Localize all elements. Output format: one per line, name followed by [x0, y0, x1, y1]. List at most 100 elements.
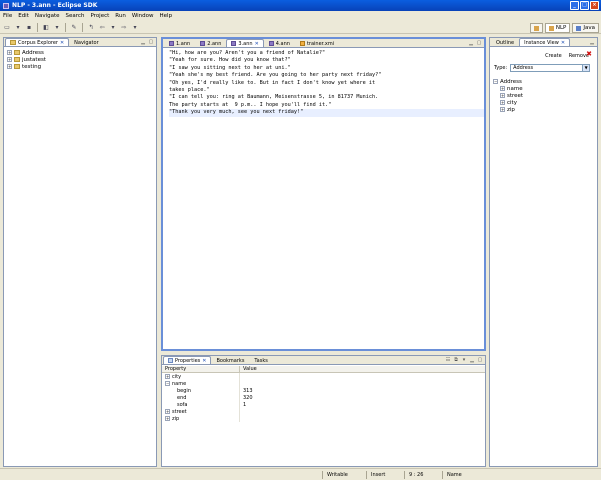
- type-select[interactable]: Address ▼: [510, 64, 591, 72]
- tab-properties[interactable]: Properties ✕: [163, 356, 212, 365]
- menu-bar: File Edit Navigate Search Project Run Wi…: [0, 11, 601, 21]
- expand-icon[interactable]: +: [500, 107, 505, 112]
- menu-edit[interactable]: Edit: [18, 13, 29, 19]
- back-icon[interactable]: ⇦: [98, 23, 106, 31]
- dropdown-arrow-icon[interactable]: ▾: [14, 23, 22, 31]
- property-row[interactable]: end 320: [162, 394, 485, 401]
- minimize-editor-icon[interactable]: ▁: [468, 40, 474, 46]
- property-row[interactable]: + city: [162, 373, 485, 380]
- remove-x-icon[interactable]: ✖: [586, 50, 592, 58]
- expand-icon[interactable]: +: [500, 93, 505, 98]
- close-window-button[interactable]: ×: [590, 1, 599, 10]
- tree-item[interactable]: + street: [493, 92, 594, 99]
- column-header-value[interactable]: Value: [240, 366, 257, 372]
- new-icon[interactable]: ▭: [3, 23, 11, 31]
- property-name: begin: [177, 387, 191, 394]
- tab-tasks[interactable]: Tasks: [249, 356, 272, 364]
- menu-project[interactable]: Project: [90, 13, 109, 19]
- tab-4-ann[interactable]: 4.ann: [264, 39, 295, 47]
- dropdown-arrow-icon[interactable]: ▾: [131, 23, 139, 31]
- close-tab-icon[interactable]: ✕: [255, 40, 259, 48]
- tab-2-ann[interactable]: 2.ann: [195, 39, 226, 47]
- expand-icon[interactable]: +: [165, 416, 170, 421]
- instance-view-panel: Outline Instance View ✕ ▁ ✖ Create Remov…: [489, 37, 598, 467]
- menu-navigate[interactable]: Navigate: [35, 13, 60, 19]
- title-bar: NLP - 3.ann - Eclipse SDK _ □ ×: [0, 0, 601, 11]
- property-row[interactable]: begin 313: [162, 387, 485, 394]
- minimize-view-icon[interactable]: ▁: [140, 39, 146, 45]
- pen-icon[interactable]: ✎: [70, 23, 78, 31]
- open-type-icon[interactable]: ◧: [42, 23, 50, 31]
- instance-actions: Create Remove: [490, 47, 597, 59]
- minimize-view-icon[interactable]: ▁: [469, 357, 475, 363]
- maximize-view-icon[interactable]: ▢: [148, 39, 154, 45]
- view-menu-icon[interactable]: ▾: [461, 357, 467, 363]
- maximize-view-icon[interactable]: ▢: [477, 357, 483, 363]
- perspective-java[interactable]: Java: [572, 23, 599, 33]
- tab-1-ann[interactable]: 1.ann: [164, 39, 195, 47]
- tree-item[interactable]: + testing: [7, 63, 153, 70]
- tree-item[interactable]: + city: [493, 99, 594, 106]
- menu-file[interactable]: File: [3, 13, 12, 19]
- expand-icon[interactable]: +: [500, 100, 505, 105]
- dropdown-arrow-icon[interactable]: ▾: [109, 23, 117, 31]
- collapse-icon[interactable]: −: [493, 79, 498, 84]
- tree-root[interactable]: − Address: [493, 78, 594, 85]
- tab-corpus-explorer[interactable]: Corpus Explorer ✕: [5, 38, 70, 47]
- expand-icon[interactable]: +: [165, 374, 170, 379]
- properties-tabs: Properties ✕ Bookmarks Tasks ☷ ⧉ ▾ ▁ ▢: [162, 356, 485, 365]
- property-row[interactable]: + street: [162, 408, 485, 415]
- maximize-button[interactable]: □: [580, 1, 589, 10]
- toolbar-separator: [65, 22, 66, 32]
- create-button[interactable]: Create: [545, 53, 562, 59]
- expand-icon[interactable]: +: [165, 409, 170, 414]
- open-perspective-button[interactable]: [529, 23, 543, 33]
- tree-item[interactable]: + Address: [7, 49, 153, 56]
- menu-run[interactable]: Run: [115, 13, 126, 19]
- perspective-nlp[interactable]: NLP: [544, 23, 571, 33]
- tree-item[interactable]: + zip: [493, 106, 594, 113]
- property-name-cell: + zip: [162, 415, 240, 422]
- tab-navigator[interactable]: Navigator: [69, 38, 103, 46]
- tree-item[interactable]: + name: [493, 85, 594, 92]
- minimize-view-icon[interactable]: ▁: [589, 39, 595, 45]
- property-name-cell: end: [162, 394, 240, 401]
- tab-3-ann[interactable]: 3.ann ✕: [226, 39, 264, 48]
- editor-text-area[interactable]: "Hi, how are you? Aren't you a friend of…: [163, 48, 484, 117]
- main-toolbar: ▭ ▾ ▪ ◧ ▾ ✎ ↰ ⇦ ▾ ⇨ ▾: [0, 21, 601, 34]
- tab-bookmarks[interactable]: Bookmarks: [211, 356, 249, 364]
- categories-icon[interactable]: ☷: [445, 357, 451, 363]
- tab-outline[interactable]: Outline: [491, 38, 519, 46]
- xmi-file-icon: [299, 41, 305, 46]
- property-row[interactable]: + zip: [162, 415, 485, 422]
- forward-icon[interactable]: ⇨: [120, 23, 128, 31]
- previous-edit-icon[interactable]: ↰: [87, 23, 95, 31]
- tree-item[interactable]: + justatest: [7, 56, 153, 63]
- menu-window[interactable]: Window: [132, 13, 154, 19]
- filter-icon[interactable]: ⧉: [453, 357, 459, 363]
- toolbar-separator: [82, 22, 83, 32]
- tab-instance-view[interactable]: Instance View ✕: [519, 38, 571, 47]
- dropdown-arrow-icon[interactable]: ▾: [53, 23, 61, 31]
- property-row[interactable]: − name: [162, 380, 485, 387]
- menu-help[interactable]: Help: [160, 13, 173, 19]
- expand-icon[interactable]: +: [7, 57, 12, 62]
- tab-trainer-xmi[interactable]: trainer.xmi: [295, 39, 339, 47]
- property-name: name: [172, 380, 187, 387]
- close-tab-icon[interactable]: ✕: [202, 357, 206, 365]
- close-tab-icon[interactable]: ✕: [561, 39, 565, 47]
- text-line: takes place.": [169, 86, 210, 93]
- maximize-editor-icon[interactable]: ▢: [476, 40, 482, 46]
- properties-table: Property Value + city − name begin 313 end 320 s…: [162, 366, 485, 422]
- property-row[interactable]: sofa 1: [162, 401, 485, 408]
- expand-icon[interactable]: +: [7, 64, 12, 69]
- menu-search[interactable]: Search: [66, 13, 85, 19]
- expand-icon[interactable]: +: [7, 50, 12, 55]
- chevron-down-icon[interactable]: ▼: [582, 65, 590, 71]
- collapse-icon[interactable]: −: [165, 381, 170, 386]
- expand-icon[interactable]: +: [500, 86, 505, 91]
- column-header-property[interactable]: Property: [162, 366, 240, 372]
- save-icon[interactable]: ▪: [25, 23, 33, 31]
- close-tab-icon[interactable]: ✕: [60, 39, 64, 47]
- minimize-button[interactable]: _: [570, 1, 579, 10]
